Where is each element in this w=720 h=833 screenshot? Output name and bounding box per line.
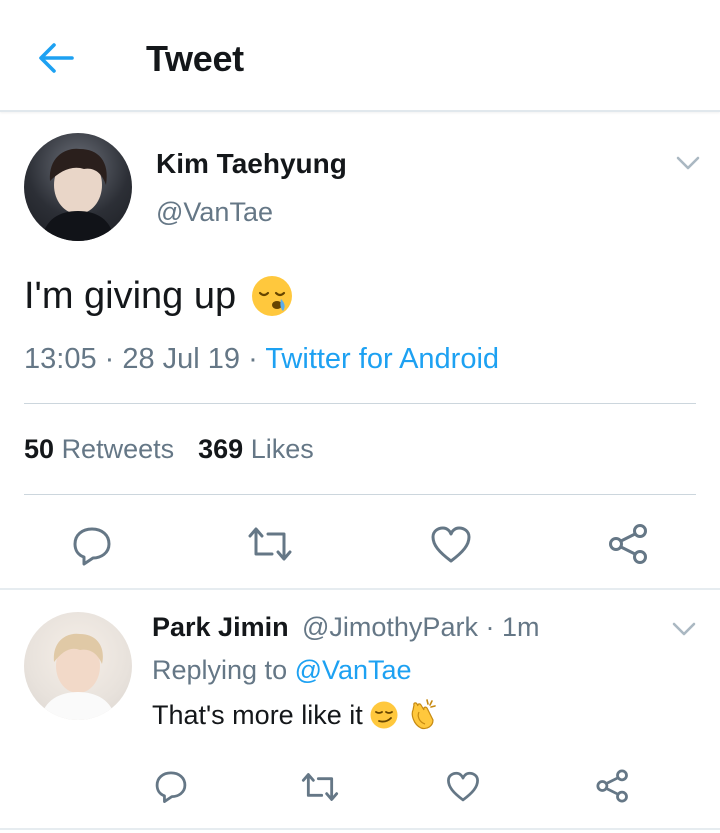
author-name[interactable]: Kim Taehyung [156,148,347,180]
smirking-face-icon [370,701,398,729]
retweet-label[interactable]: Retweets [62,434,175,464]
share-icon[interactable] [606,522,652,566]
like-heart-icon[interactable] [445,770,481,804]
divider [24,494,696,495]
replying-to-line: Replying to @VanTae [152,655,412,686]
like-count[interactable]: 369 [198,434,243,464]
retweet-count[interactable]: 50 [24,434,54,464]
section-divider [0,828,720,830]
clapping-hands-icon [411,699,436,730]
reply-icon[interactable] [70,523,114,567]
meta-separator: · [96,343,123,375]
like-label[interactable]: Likes [251,434,314,464]
reply-handle-line: @JimothyPark · 1m [302,612,539,643]
like-heart-icon[interactable] [429,524,473,566]
reply-icon[interactable] [153,768,189,804]
replying-prefix: Replying to [152,655,295,685]
share-icon[interactable] [594,768,632,804]
page-title: Tweet [146,38,244,79]
chevron-down-icon[interactable] [674,153,702,173]
meta-separator: · [477,612,502,642]
reply-text-content: That's more like it [152,699,363,730]
top-bar: Tweet [0,0,720,112]
author-avatar[interactable] [24,133,132,241]
tweet-source-link[interactable]: Twitter for Android [265,343,499,375]
meta-separator: · [240,343,266,375]
tweet-time: 13:05 [24,343,97,375]
tweet-stats: 50 Retweets 369 Likes [24,434,314,465]
tweet-meta: 13:05 · 28 Jul 19 · Twitter for Android [24,343,499,376]
retweet-icon[interactable] [246,524,294,564]
sleepy-face-icon [252,276,293,316]
chevron-down-icon[interactable] [670,619,698,639]
back-arrow-icon[interactable] [36,38,76,78]
reply-author-avatar[interactable] [24,612,132,720]
section-divider [0,588,720,590]
retweet-icon[interactable] [300,770,340,804]
tweet-text-content: I'm giving up [24,274,237,317]
reply-author-handle[interactable]: @JimothyPark [302,612,478,642]
tweet-date: 28 Jul 19 [122,343,241,375]
tweet-text: I'm giving up [24,274,294,318]
reply-time: 1m [501,612,540,642]
author-handle[interactable]: @VanTae [156,197,273,228]
avatar-portrait-icon [42,148,114,241]
avatar-portrait-icon [40,633,116,720]
reply-author-name[interactable]: Park Jimin [152,612,289,643]
reply-text: That's more like it [152,698,439,732]
divider [24,403,696,404]
replying-to-link[interactable]: @VanTae [295,655,412,685]
